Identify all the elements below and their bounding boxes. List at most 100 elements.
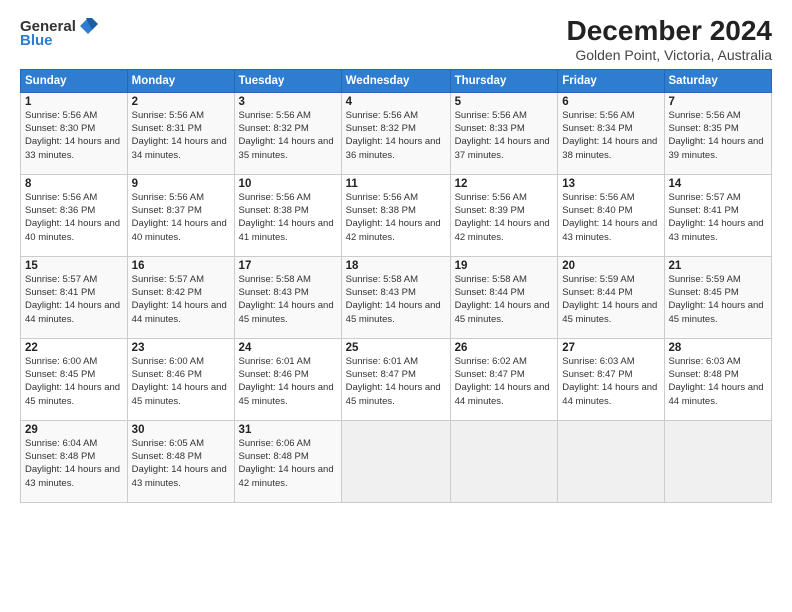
day-info: Sunrise: 5:56 AMSunset: 8:34 PMDaylight:… xyxy=(562,109,659,162)
day-info: Sunrise: 5:56 AMSunset: 8:37 PMDaylight:… xyxy=(132,191,230,244)
header-right: December 2024 Golden Point, Victoria, Au… xyxy=(98,16,772,63)
day-info: Sunrise: 5:57 AMSunset: 8:41 PMDaylight:… xyxy=(25,273,123,326)
calendar-cell: 6Sunrise: 5:56 AMSunset: 8:34 PMDaylight… xyxy=(558,92,664,174)
day-number: 1 xyxy=(25,96,123,108)
day-number: 17 xyxy=(239,260,337,272)
calendar-cell: 8Sunrise: 5:56 AMSunset: 8:36 PMDaylight… xyxy=(21,174,128,256)
calendar-cell: 18Sunrise: 5:58 AMSunset: 8:43 PMDayligh… xyxy=(341,256,450,338)
day-number: 23 xyxy=(132,342,230,354)
calendar-cell xyxy=(558,420,664,502)
day-info: Sunrise: 5:56 AMSunset: 8:33 PMDaylight:… xyxy=(455,109,554,162)
calendar-week-2: 8Sunrise: 5:56 AMSunset: 8:36 PMDaylight… xyxy=(21,174,772,256)
calendar-cell: 1Sunrise: 5:56 AMSunset: 8:30 PMDaylight… xyxy=(21,92,128,174)
calendar-cell: 22Sunrise: 6:00 AMSunset: 8:45 PMDayligh… xyxy=(21,338,128,420)
calendar-cell: 12Sunrise: 5:56 AMSunset: 8:39 PMDayligh… xyxy=(450,174,558,256)
day-info: Sunrise: 5:56 AMSunset: 8:30 PMDaylight:… xyxy=(25,109,123,162)
day-info: Sunrise: 6:03 AMSunset: 8:47 PMDaylight:… xyxy=(562,355,659,408)
top-header: General Blue December 2024 Golden Point,… xyxy=(20,16,772,63)
day-number: 12 xyxy=(455,178,554,190)
day-number: 15 xyxy=(25,260,123,272)
calendar-cell: 10Sunrise: 5:56 AMSunset: 8:38 PMDayligh… xyxy=(234,174,341,256)
header-row: Sunday Monday Tuesday Wednesday Thursday… xyxy=(21,69,772,92)
day-number: 16 xyxy=(132,260,230,272)
day-info: Sunrise: 5:56 AMSunset: 8:32 PMDaylight:… xyxy=(239,109,337,162)
day-info: Sunrise: 5:57 AMSunset: 8:41 PMDaylight:… xyxy=(669,191,768,244)
day-number: 28 xyxy=(669,342,768,354)
day-info: Sunrise: 6:05 AMSunset: 8:48 PMDaylight:… xyxy=(132,437,230,490)
page: General Blue December 2024 Golden Point,… xyxy=(0,0,792,612)
calendar-cell: 30Sunrise: 6:05 AMSunset: 8:48 PMDayligh… xyxy=(127,420,234,502)
day-number: 10 xyxy=(239,178,337,190)
day-info: Sunrise: 5:58 AMSunset: 8:44 PMDaylight:… xyxy=(455,273,554,326)
calendar-cell: 20Sunrise: 5:59 AMSunset: 8:44 PMDayligh… xyxy=(558,256,664,338)
header-sunday: Sunday xyxy=(21,69,128,92)
calendar-cell: 26Sunrise: 6:02 AMSunset: 8:47 PMDayligh… xyxy=(450,338,558,420)
day-info: Sunrise: 5:56 AMSunset: 8:36 PMDaylight:… xyxy=(25,191,123,244)
day-info: Sunrise: 5:56 AMSunset: 8:31 PMDaylight:… xyxy=(132,109,230,162)
calendar-cell: 5Sunrise: 5:56 AMSunset: 8:33 PMDaylight… xyxy=(450,92,558,174)
day-number: 3 xyxy=(239,96,337,108)
header-saturday: Saturday xyxy=(664,69,772,92)
calendar-cell: 16Sunrise: 5:57 AMSunset: 8:42 PMDayligh… xyxy=(127,256,234,338)
day-info: Sunrise: 5:56 AMSunset: 8:35 PMDaylight:… xyxy=(669,109,768,162)
day-number: 2 xyxy=(132,96,230,108)
header-thursday: Thursday xyxy=(450,69,558,92)
day-number: 25 xyxy=(346,342,446,354)
calendar-cell: 28Sunrise: 6:03 AMSunset: 8:48 PMDayligh… xyxy=(664,338,772,420)
day-info: Sunrise: 5:59 AMSunset: 8:45 PMDaylight:… xyxy=(669,273,768,326)
day-info: Sunrise: 6:00 AMSunset: 8:45 PMDaylight:… xyxy=(25,355,123,408)
day-info: Sunrise: 6:01 AMSunset: 8:46 PMDaylight:… xyxy=(239,355,337,408)
calendar-cell xyxy=(664,420,772,502)
calendar-cell: 14Sunrise: 5:57 AMSunset: 8:41 PMDayligh… xyxy=(664,174,772,256)
day-number: 9 xyxy=(132,178,230,190)
day-number: 11 xyxy=(346,178,446,190)
calendar-week-5: 29Sunrise: 6:04 AMSunset: 8:48 PMDayligh… xyxy=(21,420,772,502)
calendar-table: Sunday Monday Tuesday Wednesday Thursday… xyxy=(20,69,772,503)
header-wednesday: Wednesday xyxy=(341,69,450,92)
day-number: 20 xyxy=(562,260,659,272)
day-info: Sunrise: 6:01 AMSunset: 8:47 PMDaylight:… xyxy=(346,355,446,408)
calendar-cell: 31Sunrise: 6:06 AMSunset: 8:48 PMDayligh… xyxy=(234,420,341,502)
day-info: Sunrise: 5:56 AMSunset: 8:40 PMDaylight:… xyxy=(562,191,659,244)
day-info: Sunrise: 5:56 AMSunset: 8:38 PMDaylight:… xyxy=(239,191,337,244)
calendar-cell: 7Sunrise: 5:56 AMSunset: 8:35 PMDaylight… xyxy=(664,92,772,174)
day-info: Sunrise: 6:00 AMSunset: 8:46 PMDaylight:… xyxy=(132,355,230,408)
day-number: 13 xyxy=(562,178,659,190)
day-info: Sunrise: 5:56 AMSunset: 8:38 PMDaylight:… xyxy=(346,191,446,244)
calendar-week-3: 15Sunrise: 5:57 AMSunset: 8:41 PMDayligh… xyxy=(21,256,772,338)
day-number: 27 xyxy=(562,342,659,354)
day-info: Sunrise: 6:06 AMSunset: 8:48 PMDaylight:… xyxy=(239,437,337,490)
header-monday: Monday xyxy=(127,69,234,92)
day-number: 21 xyxy=(669,260,768,272)
calendar-cell: 3Sunrise: 5:56 AMSunset: 8:32 PMDaylight… xyxy=(234,92,341,174)
day-info: Sunrise: 5:58 AMSunset: 8:43 PMDaylight:… xyxy=(346,273,446,326)
day-info: Sunrise: 5:56 AMSunset: 8:39 PMDaylight:… xyxy=(455,191,554,244)
header-tuesday: Tuesday xyxy=(234,69,341,92)
day-number: 5 xyxy=(455,96,554,108)
calendar-header: Sunday Monday Tuesday Wednesday Thursday… xyxy=(21,69,772,92)
day-number: 14 xyxy=(669,178,768,190)
day-number: 19 xyxy=(455,260,554,272)
header-friday: Friday xyxy=(558,69,664,92)
logo-blue: Blue xyxy=(20,32,53,49)
day-info: Sunrise: 5:58 AMSunset: 8:43 PMDaylight:… xyxy=(239,273,337,326)
calendar-cell: 11Sunrise: 5:56 AMSunset: 8:38 PMDayligh… xyxy=(341,174,450,256)
calendar-cell: 4Sunrise: 5:56 AMSunset: 8:32 PMDaylight… xyxy=(341,92,450,174)
day-number: 8 xyxy=(25,178,123,190)
day-number: 7 xyxy=(669,96,768,108)
calendar-cell: 27Sunrise: 6:03 AMSunset: 8:47 PMDayligh… xyxy=(558,338,664,420)
day-info: Sunrise: 6:04 AMSunset: 8:48 PMDaylight:… xyxy=(25,437,123,490)
logo-icon xyxy=(78,16,98,36)
day-number: 30 xyxy=(132,424,230,436)
day-info: Sunrise: 6:03 AMSunset: 8:48 PMDaylight:… xyxy=(669,355,768,408)
day-info: Sunrise: 5:59 AMSunset: 8:44 PMDaylight:… xyxy=(562,273,659,326)
calendar-cell xyxy=(450,420,558,502)
calendar-cell: 24Sunrise: 6:01 AMSunset: 8:46 PMDayligh… xyxy=(234,338,341,420)
calendar-cell: 19Sunrise: 5:58 AMSunset: 8:44 PMDayligh… xyxy=(450,256,558,338)
calendar-cell: 17Sunrise: 5:58 AMSunset: 8:43 PMDayligh… xyxy=(234,256,341,338)
calendar-cell: 21Sunrise: 5:59 AMSunset: 8:45 PMDayligh… xyxy=(664,256,772,338)
day-number: 4 xyxy=(346,96,446,108)
calendar-cell: 15Sunrise: 5:57 AMSunset: 8:41 PMDayligh… xyxy=(21,256,128,338)
day-number: 31 xyxy=(239,424,337,436)
day-info: Sunrise: 5:57 AMSunset: 8:42 PMDaylight:… xyxy=(132,273,230,326)
